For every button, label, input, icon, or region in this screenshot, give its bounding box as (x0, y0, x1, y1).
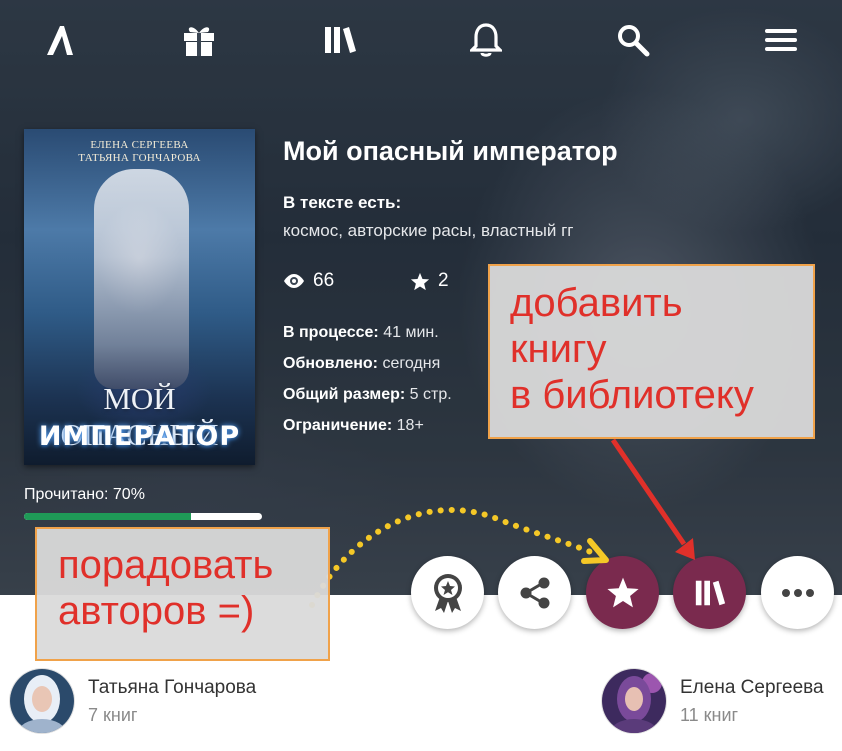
callout-line: порадовать (58, 543, 274, 587)
eye-icon (284, 274, 304, 288)
meta-updated-value: сегодня (382, 355, 441, 372)
meta-rating-value: 18+ (396, 417, 424, 434)
callout-line: книгу (510, 327, 607, 371)
meta-size-label: Общий размер: (283, 386, 406, 403)
meta-rating: Ограничение: 18+ (283, 417, 424, 435)
meta-size: Общий размер: 5 стр. (283, 386, 452, 404)
gift-icon[interactable] (177, 18, 221, 62)
share-icon (520, 577, 549, 608)
meta-size-value: 5 стр. (409, 386, 452, 403)
callout-line: авторов =) (58, 589, 255, 633)
author-card-1[interactable]: Татьяна Гончарова 7 книг (10, 669, 256, 733)
cover-authors: ЕЛЕНА СЕРГЕЕВА ТАТЬЯНА ГОНЧАРОВА (24, 139, 255, 165)
more-icon (781, 588, 814, 597)
meta-status: В процессе: 41 мин. (283, 324, 439, 342)
logo-icon[interactable] (38, 18, 82, 62)
award-button[interactable] (411, 556, 484, 629)
author-info: Елена Сергеева 11 книг (680, 677, 824, 726)
author-card-2[interactable]: Елена Сергеева 11 книг (602, 669, 824, 733)
callout-please-authors: порадовать авторов =) (35, 527, 330, 661)
stars-stat: 2 (410, 270, 449, 292)
views-stat: 66 (283, 270, 334, 292)
add-to-library-button[interactable] (673, 556, 746, 629)
book-cover[interactable]: ЕЛЕНА СЕРГЕЕВА ТАТЬЯНА ГОНЧАРОВА МОЙ ОПА… (24, 129, 255, 465)
author-info: Татьяна Гончарова 7 книг (88, 677, 256, 726)
menu-icon[interactable] (759, 18, 803, 62)
tags-label: В тексте есть: (283, 193, 402, 212)
views-count: 66 (313, 270, 335, 291)
share-button[interactable] (498, 556, 571, 629)
callout-line: добавить (510, 281, 683, 325)
award-icon (433, 573, 462, 613)
meta-status-label: В процессе: (283, 324, 379, 341)
more-button[interactable] (761, 556, 834, 629)
cover-title-line-2: ИМПЕРАТОР (38, 421, 241, 452)
library-icon (695, 580, 725, 605)
callout-add-to-library: добавить книгу в библиотеку (488, 264, 815, 439)
meta-updated-label: Обновлено: (283, 355, 379, 372)
top-navigation (0, 0, 842, 78)
progress-label: Прочитано: 70% (24, 486, 145, 503)
book-title: Мой опасный император (283, 136, 618, 166)
meta-rating-label: Ограничение: (283, 417, 393, 434)
author-name[interactable]: Елена Сергеева (680, 677, 824, 699)
avatar (10, 669, 74, 733)
meta-status-value: 41 мин. (383, 324, 439, 341)
avatar (602, 669, 666, 733)
star-icon (410, 272, 430, 290)
star-icon (606, 577, 639, 608)
tags-list[interactable]: космос, авторские расы, властный гг (283, 221, 574, 241)
stars-count: 2 (438, 270, 449, 291)
cover-illustration (94, 169, 189, 389)
meta-updated: Обновлено: сегодня (283, 355, 440, 373)
author-book-count: 7 книг (88, 704, 138, 725)
callout-line: в библиотеку (510, 373, 754, 417)
bell-icon[interactable] (464, 18, 508, 62)
author-book-count: 11 книг (680, 704, 739, 725)
search-icon[interactable] (611, 18, 655, 62)
cover-author-1: ЕЛЕНА СЕРГЕЕВА (90, 139, 189, 151)
progress-bar (24, 513, 262, 520)
library-icon[interactable] (318, 18, 362, 62)
cover-author-2: ТАТЬЯНА ГОНЧАРОВА (78, 152, 201, 164)
rate-button[interactable] (586, 556, 659, 629)
progress-fill (24, 513, 191, 520)
author-name[interactable]: Татьяна Гончарова (88, 677, 256, 699)
